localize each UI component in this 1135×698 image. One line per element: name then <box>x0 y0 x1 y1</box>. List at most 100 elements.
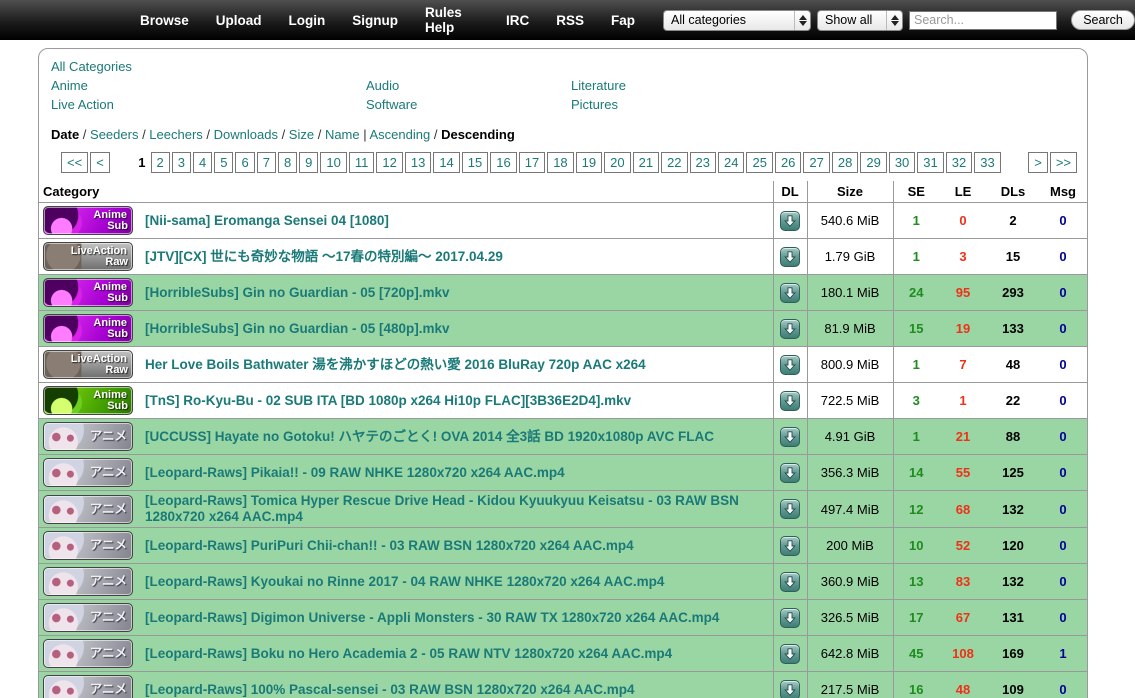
page-button-2[interactable]: 2 <box>151 152 170 173</box>
torrent-title-link[interactable]: [Leopard-Raws] Boku no Hero Academia 2 -… <box>145 646 672 661</box>
page-button-30[interactable]: 30 <box>889 152 915 173</box>
page-button-21[interactable]: 21 <box>633 152 659 173</box>
page-next-button[interactable]: > <box>1028 152 1048 173</box>
download-button[interactable] <box>780 319 800 339</box>
page-button-5[interactable]: 5 <box>214 152 233 173</box>
nav-link-signup[interactable]: Signup <box>352 13 398 28</box>
category-badge-anime-sub[interactable]: AnimeSub <box>43 386 133 415</box>
nav-link-login[interactable]: Login <box>289 13 326 28</box>
nav-link-rules-help[interactable]: Rules Help <box>425 5 479 35</box>
category-link-all[interactable]: All Categories <box>51 59 132 74</box>
page-button-7[interactable]: 7 <box>257 152 276 173</box>
page-button-13[interactable]: 13 <box>405 152 431 173</box>
download-button[interactable] <box>780 680 800 698</box>
torrent-title-link[interactable]: [TnS] Ro-Kyu-Bu - 02 SUB ITA [BD 1080p x… <box>145 393 631 408</box>
nav-link-browse[interactable]: Browse <box>140 13 189 28</box>
sort-link-name[interactable]: Name <box>325 127 360 142</box>
category-badge-anime-raw[interactable]: アニメ <box>43 495 133 524</box>
download-button[interactable] <box>780 391 800 411</box>
torrent-title-link[interactable]: [Leopard-Raws] Kyoukai no Rinne 2017 - 0… <box>145 574 664 589</box>
page-button-19[interactable]: 19 <box>576 152 602 173</box>
torrent-title-link[interactable]: [Leopard-Raws] 100% Pascal-sensei - 03 R… <box>145 682 634 697</box>
category-badge-anime-raw[interactable]: アニメ <box>43 567 133 596</box>
page-button-18[interactable]: 18 <box>547 152 573 173</box>
page-button-12[interactable]: 12 <box>376 152 402 173</box>
download-button[interactable] <box>780 211 800 231</box>
category-badge-anime-raw[interactable]: アニメ <box>43 675 133 698</box>
search-button[interactable]: Search <box>1071 10 1135 30</box>
category-badge-anime-raw[interactable]: アニメ <box>43 603 133 632</box>
page-button-26[interactable]: 26 <box>775 152 801 173</box>
sort-link-downloads[interactable]: Downloads <box>214 127 278 142</box>
page-button-10[interactable]: 10 <box>320 152 346 173</box>
nav-link-fap[interactable]: Fap <box>611 13 635 28</box>
page-button-17[interactable]: 17 <box>519 152 545 173</box>
page-button-4[interactable]: 4 <box>193 152 212 173</box>
download-button[interactable] <box>780 608 800 628</box>
download-button[interactable] <box>780 463 800 483</box>
torrent-title-link[interactable]: [Leopard-Raws] Pikaia!! - 09 RAW NHKE 12… <box>145 465 565 480</box>
page-button-3[interactable]: 3 <box>172 152 191 173</box>
sort-link-date[interactable]: Date <box>51 127 79 142</box>
nav-link-irc[interactable]: IRC <box>506 13 529 28</box>
category-badge-liveaction-raw[interactable]: LiveActionRaw <box>43 242 133 271</box>
page-button-31[interactable]: 31 <box>917 152 943 173</box>
search-input[interactable] <box>909 11 1057 30</box>
category-select[interactable]: All categories <box>663 10 811 31</box>
page-button-29[interactable]: 29 <box>860 152 886 173</box>
torrent-title-link[interactable]: [HorribleSubs] Gin no Guardian - 05 [480… <box>145 321 450 336</box>
page-button-15[interactable]: 15 <box>462 152 488 173</box>
category-badge-anime-raw[interactable]: アニメ <box>43 422 133 451</box>
download-button[interactable] <box>780 427 800 447</box>
download-button[interactable] <box>780 499 800 519</box>
sort-link-seeders[interactable]: Seeders <box>90 127 138 142</box>
category-link-literature[interactable]: Literature <box>571 78 626 93</box>
download-button[interactable] <box>780 247 800 267</box>
sort-link-ascending[interactable]: Ascending <box>370 127 431 142</box>
page-button-20[interactable]: 20 <box>604 152 630 173</box>
category-badge-anime-sub[interactable]: AnimeSub <box>43 278 133 307</box>
nav-link-upload[interactable]: Upload <box>216 13 262 28</box>
page-prev-button[interactable]: < <box>90 152 110 173</box>
page-button-33[interactable]: 33 <box>974 152 1000 173</box>
torrent-title-link[interactable]: [UCCUSS] Hayate no Gotoku! ハヤテのごとく! OVA … <box>145 429 714 444</box>
torrent-title-link[interactable]: [JTV][CX] 世にも奇妙な物語 ～17春の特別編～ 2017.04.29 <box>145 249 503 264</box>
category-link-live-action[interactable]: Live Action <box>51 97 114 112</box>
page-button-28[interactable]: 28 <box>832 152 858 173</box>
sort-link-size[interactable]: Size <box>289 127 314 142</box>
category-link-pictures[interactable]: Pictures <box>571 97 618 112</box>
category-link-anime[interactable]: Anime <box>51 78 88 93</box>
page-first-button[interactable]: << <box>61 152 88 173</box>
category-badge-anime-raw[interactable]: アニメ <box>43 531 133 560</box>
category-badge-liveaction-raw[interactable]: LiveActionRaw <box>43 350 133 379</box>
page-button-11[interactable]: 11 <box>349 152 375 173</box>
nav-link-rss[interactable]: RSS <box>556 13 584 28</box>
page-button-32[interactable]: 32 <box>946 152 972 173</box>
download-button[interactable] <box>780 644 800 664</box>
page-button-24[interactable]: 24 <box>718 152 744 173</box>
category-badge-anime-sub[interactable]: AnimeSub <box>43 206 133 235</box>
page-button-23[interactable]: 23 <box>690 152 716 173</box>
page-button-25[interactable]: 25 <box>746 152 772 173</box>
page-button-6[interactable]: 6 <box>235 152 254 173</box>
download-button[interactable] <box>780 572 800 592</box>
torrent-title-link[interactable]: [Leopard-Raws] Digimon Universe - Appli … <box>145 610 719 625</box>
download-button[interactable] <box>780 283 800 303</box>
page-button-22[interactable]: 22 <box>661 152 687 173</box>
filter-select[interactable]: Show all <box>817 10 903 31</box>
torrent-title-link[interactable]: [Nii-sama] Eromanga Sensei 04 [1080] <box>145 213 389 228</box>
category-badge-anime-raw[interactable]: アニメ <box>43 458 133 487</box>
page-button-14[interactable]: 14 <box>433 152 459 173</box>
torrent-title-link[interactable]: [Leopard-Raws] Tomica Hyper Rescue Drive… <box>145 493 739 524</box>
category-badge-anime-sub[interactable]: AnimeSub <box>43 314 133 343</box>
page-button-9[interactable]: 9 <box>299 152 318 173</box>
torrent-title-link[interactable]: [Leopard-Raws] PuriPuri Chii-chan!! - 03… <box>145 538 634 553</box>
category-link-audio[interactable]: Audio <box>366 78 399 93</box>
download-button[interactable] <box>780 355 800 375</box>
category-badge-anime-raw[interactable]: アニメ <box>43 639 133 668</box>
page-button-8[interactable]: 8 <box>278 152 297 173</box>
torrent-title-link[interactable]: [HorribleSubs] Gin no Guardian - 05 [720… <box>145 285 450 300</box>
page-button-16[interactable]: 16 <box>490 152 516 173</box>
download-button[interactable] <box>780 536 800 556</box>
page-last-button[interactable]: >> <box>1050 152 1077 173</box>
